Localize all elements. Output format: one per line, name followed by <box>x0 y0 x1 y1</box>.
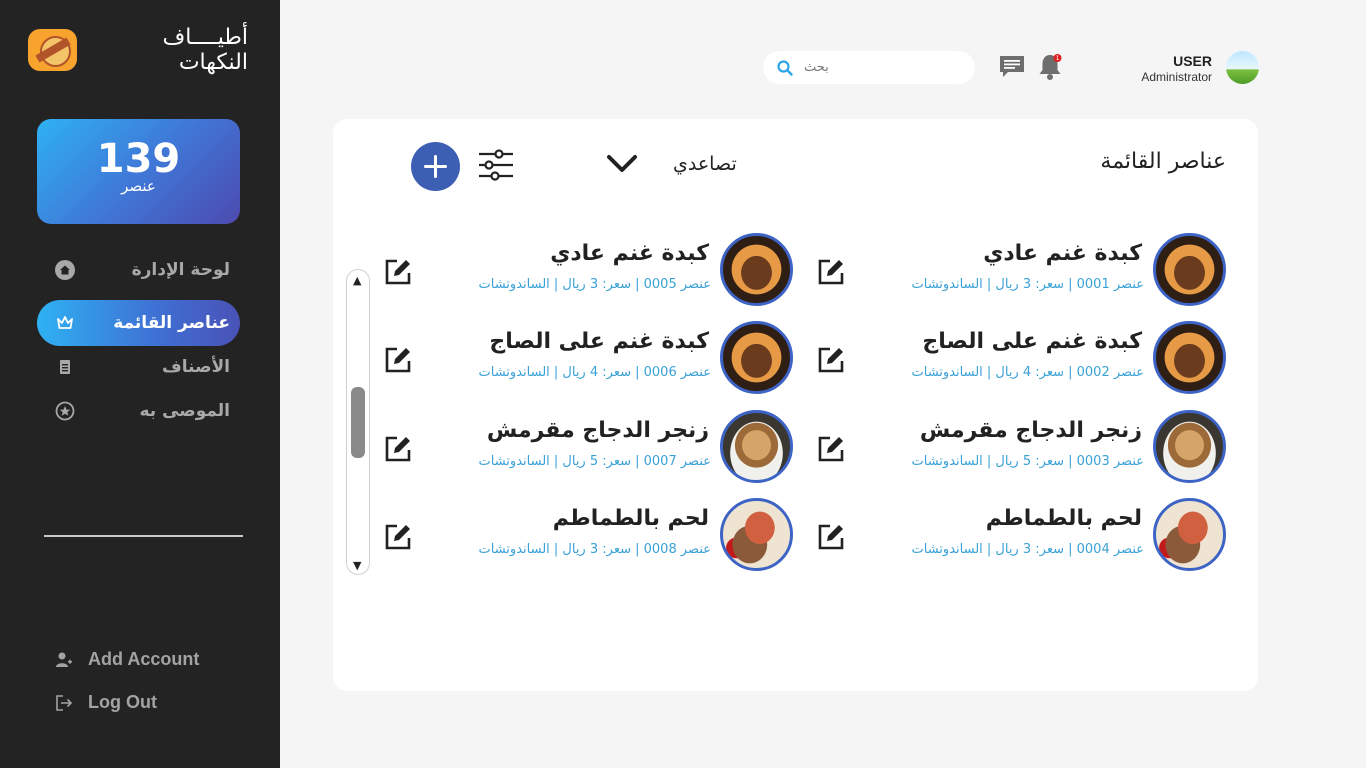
search-icon[interactable] <box>776 59 794 77</box>
search-input[interactable] <box>804 60 954 75</box>
menu-items-panel: عناصر القائمة تصاعدي ▲ ▼ كبدة غنم عادي ع… <box>333 119 1258 691</box>
edit-icon[interactable] <box>383 522 413 552</box>
counter-value: 139 <box>96 136 181 182</box>
item-name: كبدة غنم عادي <box>550 241 709 266</box>
item-image <box>720 233 793 306</box>
add-item-button[interactable] <box>411 142 460 191</box>
sidebar-item-label: لوحة الإدارة <box>131 260 230 280</box>
item-image <box>720 498 793 571</box>
item-image <box>720 410 793 483</box>
item-name: زنجر الدجاج مقرمش <box>919 418 1142 443</box>
sidebar-item-label: الموصى به <box>139 401 230 421</box>
crown-icon <box>55 313 75 333</box>
logo-text: أطيــــاف النكهات <box>162 25 248 75</box>
scroll-up-arrow-icon[interactable]: ▲ <box>353 274 361 287</box>
page-title: عناصر القائمة <box>1100 149 1226 174</box>
list-item[interactable]: زنجر الدجاج مقرمش عنصر 0007 | سعر: 5 ريا… <box>383 410 793 484</box>
scroll-down-arrow-icon[interactable]: ▼ <box>353 559 361 572</box>
sidebar-item-label: عناصر القائمة <box>113 313 230 333</box>
item-meta: عنصر 0002 | سعر: 4 ريال | الساندوتشات <box>911 365 1145 380</box>
edit-icon[interactable] <box>383 257 413 287</box>
item-name: كبدة غنم عادي <box>983 241 1142 266</box>
list-item[interactable]: كبدة غنم عادي عنصر 0005 | سعر: 3 ريال | … <box>383 233 793 307</box>
log-out-link[interactable]: Log Out <box>54 692 157 713</box>
sidebar-item-dashboard[interactable]: لوحة الإدارة <box>37 247 240 293</box>
user-role: Administrator <box>1141 70 1212 84</box>
brand-logo: أطيــــاف النكهات <box>28 25 248 75</box>
user-profile[interactable]: USER Administrator <box>1110 51 1260 87</box>
counter-unit: عنصر <box>121 177 156 195</box>
document-icon <box>55 357 75 377</box>
sidebar-item-menu-items[interactable]: عناصر القائمة <box>37 300 240 346</box>
edit-icon[interactable] <box>383 434 413 464</box>
item-meta: عنصر 0007 | سعر: 5 ريال | الساندوتشات <box>478 454 712 469</box>
items-counter-card: 139 عنصر <box>37 119 240 224</box>
log-out-label: Log Out <box>88 692 157 712</box>
item-meta: عنصر 0006 | سعر: 4 ريال | الساندوتشات <box>478 365 712 380</box>
sidebar-item-recommended[interactable]: الموصى به <box>37 388 240 434</box>
item-meta: عنصر 0003 | سعر: 5 ريال | الساندوتشات <box>911 454 1145 469</box>
avatar[interactable] <box>1226 51 1259 84</box>
search-box <box>763 51 975 84</box>
sort-order-label[interactable]: تصاعدي <box>673 153 737 175</box>
list-item[interactable]: لحم بالطماطم عنصر 0004 | سعر: 3 ريال | ا… <box>816 498 1226 572</box>
item-name: كبدة غنم على الصاج <box>489 329 709 354</box>
notification-badge: 1 <box>1056 55 1060 62</box>
list-item[interactable]: كبدة غنم عادي عنصر 0001 | سعر: 3 ريال | … <box>816 233 1226 307</box>
item-name: لحم بالطماطم <box>552 506 709 531</box>
sidebar-item-categories[interactable]: الأصناف <box>37 344 240 390</box>
log-out-icon <box>54 693 74 713</box>
add-user-icon <box>54 650 74 670</box>
messages-icon[interactable] <box>997 52 1027 82</box>
list-scrollbar[interactable]: ▲ ▼ <box>346 269 370 575</box>
chevron-down-icon[interactable] <box>606 153 638 175</box>
item-image <box>1153 498 1226 571</box>
item-name: كبدة غنم على الصاج <box>922 329 1142 354</box>
edit-icon[interactable] <box>816 434 846 464</box>
edit-icon[interactable] <box>816 522 846 552</box>
add-account-link[interactable]: Add Account <box>54 649 199 670</box>
sidebar-item-label: الأصناف <box>162 357 230 377</box>
logo-image <box>28 29 77 71</box>
item-name: زنجر الدجاج مقرمش <box>486 418 709 443</box>
sidebar: أطيــــاف النكهات 139 عنصر لوحة الإدارة … <box>0 0 280 768</box>
list-item[interactable]: كبدة غنم على الصاج عنصر 0006 | سعر: 4 ري… <box>383 321 793 395</box>
star-icon <box>55 401 75 421</box>
edit-icon[interactable] <box>816 345 846 375</box>
item-image <box>1153 233 1226 306</box>
item-meta: عنصر 0004 | سعر: 3 ريال | الساندوتشات <box>911 542 1145 557</box>
item-meta: عنصر 0005 | سعر: 3 ريال | الساندوتشات <box>478 277 712 292</box>
filter-sliders-icon[interactable] <box>477 149 515 181</box>
item-image <box>720 321 793 394</box>
home-icon <box>55 260 75 280</box>
item-image <box>1153 321 1226 394</box>
sidebar-divider <box>44 535 243 537</box>
list-item[interactable]: كبدة غنم على الصاج عنصر 0002 | سعر: 4 ري… <box>816 321 1226 395</box>
edit-icon[interactable] <box>383 345 413 375</box>
item-meta: عنصر 0001 | سعر: 3 ريال | الساندوتشات <box>911 277 1145 292</box>
user-name: USER <box>1173 53 1212 69</box>
item-image <box>1153 410 1226 483</box>
item-meta: عنصر 0008 | سعر: 3 ريال | الساندوتشات <box>478 542 712 557</box>
add-account-label: Add Account <box>88 649 200 669</box>
list-item[interactable]: لحم بالطماطم عنصر 0008 | سعر: 3 ريال | ا… <box>383 498 793 572</box>
edit-icon[interactable] <box>816 257 846 287</box>
scrollbar-thumb[interactable] <box>351 387 365 458</box>
list-item[interactable]: زنجر الدجاج مقرمش عنصر 0003 | سعر: 5 ريا… <box>816 410 1226 484</box>
item-name: لحم بالطماطم <box>985 506 1142 531</box>
notifications-bell-icon[interactable]: 1 <box>1035 52 1065 82</box>
